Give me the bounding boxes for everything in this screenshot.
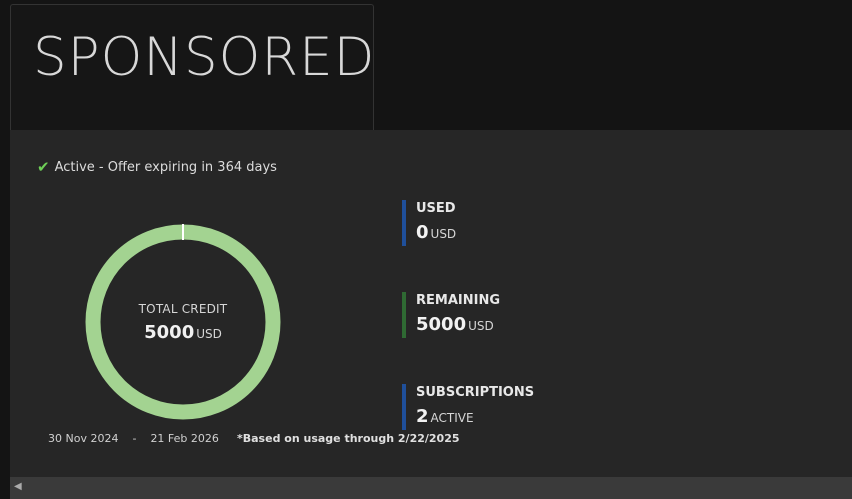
used-unit: USD bbox=[430, 227, 457, 241]
page: SPONSORED ✔ Active - Offer expiring in 3… bbox=[0, 0, 852, 499]
period-start: 30 Nov 2024 bbox=[48, 432, 119, 445]
offer-status-text: Active - Offer expiring in 364 days bbox=[54, 159, 277, 175]
remaining-color-bar bbox=[402, 292, 406, 338]
metric-remaining: REMAINING 5000 USD bbox=[402, 292, 500, 338]
total-credit-amount: 5000 bbox=[144, 321, 195, 343]
remaining-label: REMAINING bbox=[416, 293, 500, 308]
subscriptions-unit: ACTIVE bbox=[430, 411, 474, 425]
subscriptions-label: SUBSCRIPTIONS bbox=[416, 385, 535, 400]
used-color-bar bbox=[402, 200, 406, 246]
horizontal-scrollbar[interactable]: ◀ bbox=[10, 477, 852, 499]
usage-footnote: *Based on usage through 2/22/2025 bbox=[237, 432, 460, 445]
period-separator: - bbox=[132, 432, 137, 445]
triangle-left-icon[interactable]: ◀ bbox=[14, 481, 22, 492]
sponsored-tab[interactable]: SPONSORED bbox=[10, 4, 374, 130]
checkmark-icon: ✔ bbox=[37, 158, 50, 176]
used-value: 0 USD bbox=[416, 222, 456, 243]
total-credit-value: 5000 USD bbox=[144, 322, 222, 343]
remaining-unit: USD bbox=[468, 319, 494, 333]
donut-center: TOTAL CREDIT 5000 USD bbox=[83, 222, 283, 422]
total-credit-unit: USD bbox=[196, 326, 222, 341]
period-end: 21 Feb 2026 bbox=[150, 432, 219, 445]
subscriptions-color-bar bbox=[402, 384, 406, 430]
metric-used: USED 0 USD bbox=[402, 200, 456, 246]
remaining-value: 5000 USD bbox=[416, 314, 500, 335]
tab-title: SPONSORED bbox=[33, 27, 376, 88]
used-amount: 0 bbox=[416, 222, 429, 243]
offer-status: ✔ Active - Offer expiring in 364 days bbox=[37, 158, 277, 176]
remaining-amount: 5000 bbox=[416, 314, 467, 335]
subscriptions-count: 2 bbox=[416, 406, 429, 427]
total-credit-label: TOTAL CREDIT bbox=[138, 301, 228, 316]
subscriptions-value: 2 ACTIVE bbox=[416, 406, 534, 427]
credit-panel: ✔ Active - Offer expiring in 364 days TO… bbox=[10, 130, 852, 477]
credit-period: 30 Nov 2024 - 21 Feb 2026 bbox=[48, 432, 219, 445]
used-label: USED bbox=[416, 201, 456, 216]
metric-subscriptions[interactable]: SUBSCRIPTIONS 2 ACTIVE bbox=[402, 384, 534, 430]
